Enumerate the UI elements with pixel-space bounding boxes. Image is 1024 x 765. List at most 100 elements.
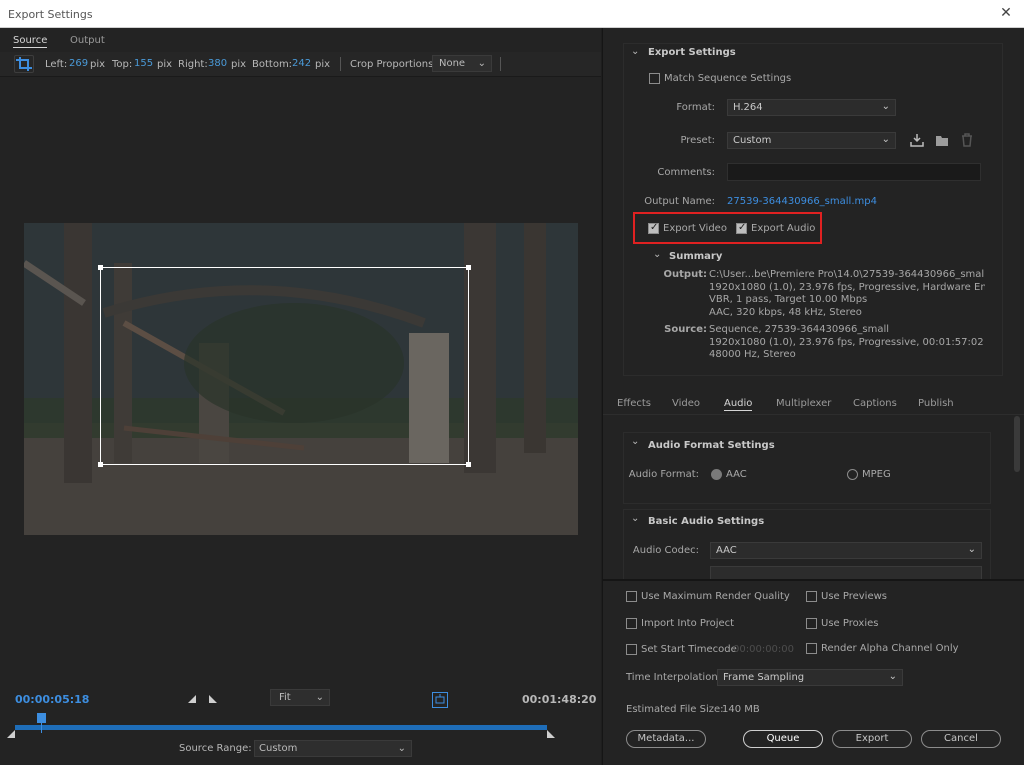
render-alpha-checkbox[interactable] bbox=[806, 643, 817, 654]
audio-format-heading: Audio Format Settings bbox=[648, 440, 775, 451]
crop-handle[interactable] bbox=[466, 462, 471, 467]
format-label: Format: bbox=[676, 102, 715, 113]
save-preset-icon[interactable] bbox=[909, 132, 925, 148]
time-interpolation-select[interactable]: Frame Sampling ⌄ bbox=[717, 669, 903, 686]
tab-audio[interactable]: Audio bbox=[724, 398, 753, 411]
close-icon[interactable]: ✕ bbox=[998, 4, 1014, 22]
crop-left-label: Left: bbox=[45, 59, 68, 70]
preset-label: Preset: bbox=[680, 135, 715, 146]
chevron-down-icon: ⌄ bbox=[881, 134, 890, 145]
tab-video[interactable]: Video bbox=[672, 398, 700, 409]
collapse-chevron-icon[interactable]: ⌄ bbox=[653, 249, 661, 260]
export-button[interactable]: Export bbox=[832, 730, 912, 748]
crop-proportions-value: None bbox=[439, 58, 466, 69]
preset-select[interactable]: Custom ⌄ bbox=[727, 132, 896, 149]
delete-preset-icon[interactable] bbox=[959, 132, 975, 148]
tab-source[interactable]: Source bbox=[13, 35, 48, 48]
summary-output-line: AAC, 320 kbps, 48 kHz, Stereo bbox=[709, 306, 862, 318]
tab-captions[interactable]: Captions bbox=[853, 398, 897, 409]
import-preset-icon[interactable] bbox=[934, 132, 950, 148]
zoom-fit-select[interactable]: Fit ⌄ bbox=[270, 689, 330, 706]
comments-input[interactable] bbox=[727, 163, 981, 181]
audio-settings-panel: ⌄ Audio Format Settings Audio Format: AA… bbox=[603, 416, 1024, 580]
import-into-project-checkbox[interactable] bbox=[626, 618, 637, 629]
collapse-chevron-icon[interactable]: ⌄ bbox=[631, 513, 639, 524]
audio-codec-label: Audio Codec: bbox=[632, 545, 699, 556]
scrollbar-thumb[interactable] bbox=[1014, 416, 1020, 472]
metadata-button[interactable]: Metadata... bbox=[626, 730, 706, 748]
crop-icon[interactable] bbox=[14, 55, 34, 73]
chevron-down-icon: ⌄ bbox=[315, 692, 324, 703]
divider bbox=[500, 57, 501, 71]
output-name-label: Output Name: bbox=[644, 196, 715, 207]
settings-tabs: Effects Video Audio Multiplexer Captions… bbox=[603, 395, 1024, 415]
out-point-marker-icon[interactable] bbox=[547, 730, 555, 738]
set-start-timecode-label: Set Start Timecode bbox=[641, 644, 737, 655]
zoom-fit-value: Fit bbox=[279, 692, 291, 703]
collapse-chevron-icon[interactable]: ⌄ bbox=[631, 436, 639, 447]
use-proxies-checkbox[interactable] bbox=[806, 618, 817, 629]
current-timecode[interactable]: 00:00:05:18 bbox=[15, 693, 89, 706]
crop-proportions-label: Crop Proportions: bbox=[350, 59, 437, 70]
aac-radio[interactable] bbox=[711, 469, 722, 480]
timeline-track[interactable] bbox=[15, 725, 547, 730]
max-render-quality-label: Use Maximum Render Quality bbox=[641, 591, 790, 602]
summary-output-line: 1920x1080 (1.0), 23.976 fps, Progressive… bbox=[709, 281, 985, 293]
queue-button[interactable]: Queue bbox=[743, 730, 823, 748]
playhead-line bbox=[41, 721, 42, 733]
crop-rectangle[interactable] bbox=[98, 265, 471, 467]
tab-publish[interactable]: Publish bbox=[918, 398, 954, 409]
chevron-down-icon: ⌄ bbox=[397, 743, 406, 754]
tab-effects[interactable]: Effects bbox=[617, 398, 651, 409]
estimated-size-label: Estimated File Size: bbox=[626, 704, 724, 715]
set-start-timecode-checkbox[interactable] bbox=[626, 644, 637, 655]
summary-source-line: Sequence, 27539-364430966_small bbox=[709, 324, 889, 335]
max-render-quality-checkbox[interactable] bbox=[626, 591, 637, 602]
export-video-checkbox[interactable] bbox=[648, 222, 659, 234]
summary-output-label: Output: bbox=[663, 269, 707, 280]
in-point-marker-icon[interactable] bbox=[7, 730, 15, 738]
format-select[interactable]: H.264 ⌄ bbox=[727, 99, 896, 116]
cancel-button[interactable]: Cancel bbox=[921, 730, 1001, 748]
aac-label: AAC bbox=[726, 469, 747, 480]
chevron-down-icon: ⌄ bbox=[888, 671, 897, 682]
collapse-chevron-icon[interactable]: ⌄ bbox=[631, 46, 639, 57]
crop-handle[interactable] bbox=[98, 265, 103, 270]
summary-source-label: Source: bbox=[664, 324, 707, 335]
output-name-link[interactable]: 27539-364430966_small.mp4 bbox=[727, 196, 877, 207]
audio-codec-select[interactable]: AAC ⌄ bbox=[710, 542, 982, 559]
render-alpha-label: Render Alpha Channel Only bbox=[821, 643, 959, 654]
export-audio-checkbox[interactable] bbox=[736, 222, 747, 234]
crop-proportions-select[interactable]: None ⌄ bbox=[432, 55, 492, 72]
chevron-down-icon: ⌄ bbox=[967, 544, 976, 555]
chevron-down-icon: ⌄ bbox=[881, 101, 890, 112]
use-previews-checkbox[interactable] bbox=[806, 591, 817, 602]
crop-handle[interactable] bbox=[98, 462, 103, 467]
time-interpolation-value: Frame Sampling bbox=[723, 672, 805, 683]
crop-right-value[interactable]: 380 bbox=[208, 58, 227, 69]
window-title: Export Settings bbox=[8, 8, 93, 21]
summary-source-line: 1920x1080 (1.0), 23.976 fps, Progressive… bbox=[709, 336, 984, 348]
crop-bottom-value[interactable]: 242 bbox=[292, 58, 311, 69]
basic-audio-heading: Basic Audio Settings bbox=[648, 516, 765, 527]
sample-rate-select[interactable] bbox=[710, 566, 982, 580]
crop-left-value[interactable]: 269 bbox=[69, 58, 88, 69]
comments-label: Comments: bbox=[657, 167, 715, 178]
tab-output[interactable]: Output bbox=[70, 35, 105, 46]
audio-format-label: Audio Format: bbox=[628, 469, 699, 480]
mpeg-label: MPEG bbox=[862, 469, 891, 480]
start-timecode-value[interactable]: 00:00:00:00 bbox=[733, 644, 794, 655]
match-sequence-label: Match Sequence Settings bbox=[664, 73, 792, 84]
export-video-label: Export Video bbox=[663, 223, 727, 234]
crop-top-value[interactable]: 155 bbox=[134, 58, 153, 69]
match-sequence-checkbox[interactable] bbox=[649, 73, 660, 84]
set-in-point-icon[interactable] bbox=[187, 694, 197, 704]
crop-toolbar: Left: 269 pix Top: 155 pix Right: 380 pi… bbox=[0, 52, 601, 77]
mpeg-radio[interactable] bbox=[847, 469, 858, 480]
tab-multiplexer[interactable]: Multiplexer bbox=[776, 398, 831, 409]
set-out-point-icon[interactable] bbox=[208, 694, 218, 704]
crop-unit: pix bbox=[157, 59, 173, 70]
source-range-select[interactable]: Custom ⌄ bbox=[254, 740, 412, 757]
aspect-correction-icon[interactable] bbox=[432, 692, 448, 708]
crop-handle[interactable] bbox=[466, 265, 471, 270]
